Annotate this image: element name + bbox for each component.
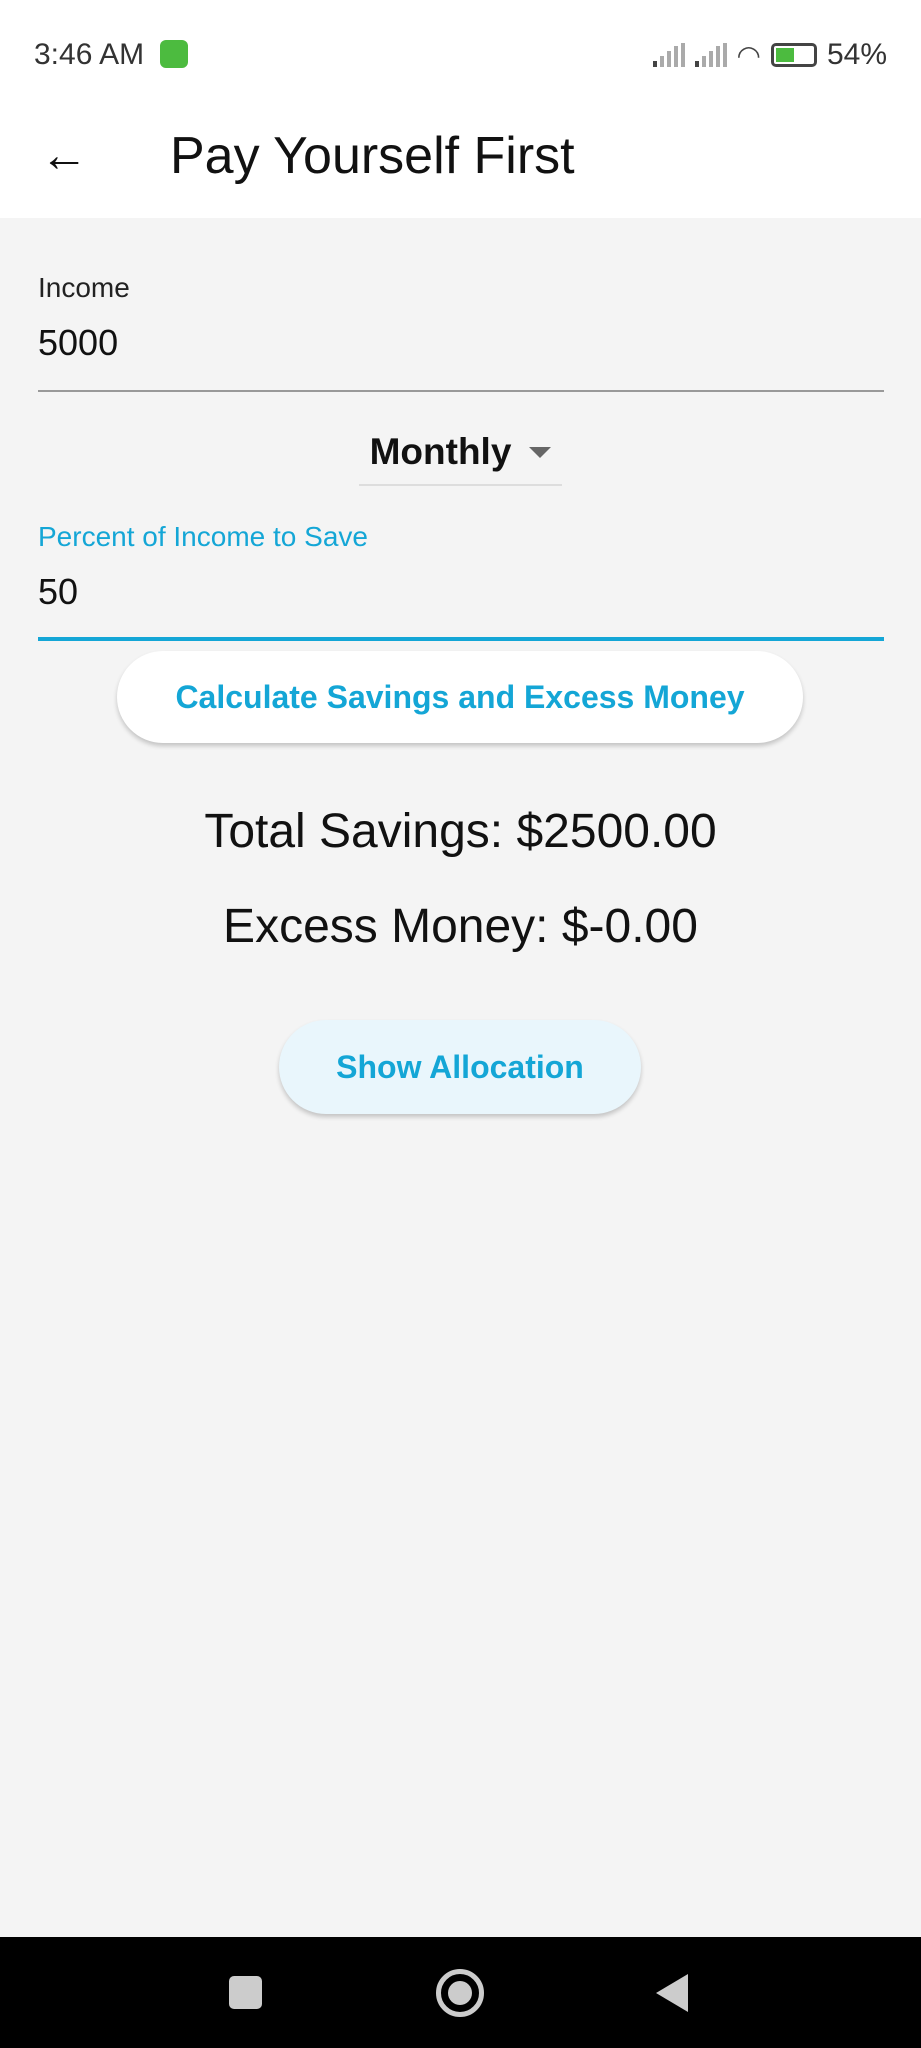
signal-icon — [694, 43, 727, 67]
recents-icon[interactable] — [229, 1976, 262, 2009]
home-icon[interactable] — [436, 1969, 484, 2017]
percent-label: Percent of Income to Save — [38, 521, 368, 552]
show-allocation-button[interactable]: Show Allocation — [279, 1020, 641, 1114]
frequency-value: Monthly — [369, 431, 512, 472]
percent-underline — [38, 637, 884, 641]
battery-percent: 54% — [826, 38, 887, 71]
excess-money: Excess Money: $-0.00 — [223, 900, 698, 953]
back-arrow-icon[interactable]: ← — [40, 128, 88, 183]
dropdown-caret-icon — [529, 446, 552, 458]
frequency-dropdown[interactable]: Monthly — [359, 420, 562, 486]
percent-input[interactable]: 50 — [38, 571, 78, 613]
wifi-icon: ◠ — [736, 39, 761, 71]
income-underline — [38, 390, 884, 392]
calculate-button[interactable]: Calculate Savings and Excess Money — [117, 651, 803, 743]
signal-icon — [652, 43, 685, 67]
battery-icon — [770, 43, 817, 67]
status-time: 3:46 AM — [34, 38, 145, 71]
page-title: Pay Yourself First — [170, 127, 575, 185]
total-savings: Total Savings: $2500.00 — [204, 805, 717, 858]
status-bar: 3:46 AM ◠ 54% — [0, 0, 921, 100]
income-label: Income — [38, 272, 130, 303]
navigation-bar — [0, 1937, 921, 2048]
app-notification-icon — [160, 40, 188, 68]
back-icon[interactable] — [656, 1974, 688, 2012]
app-bar: ← Pay Yourself First — [0, 100, 921, 218]
income-input[interactable]: 5000 — [38, 322, 118, 364]
